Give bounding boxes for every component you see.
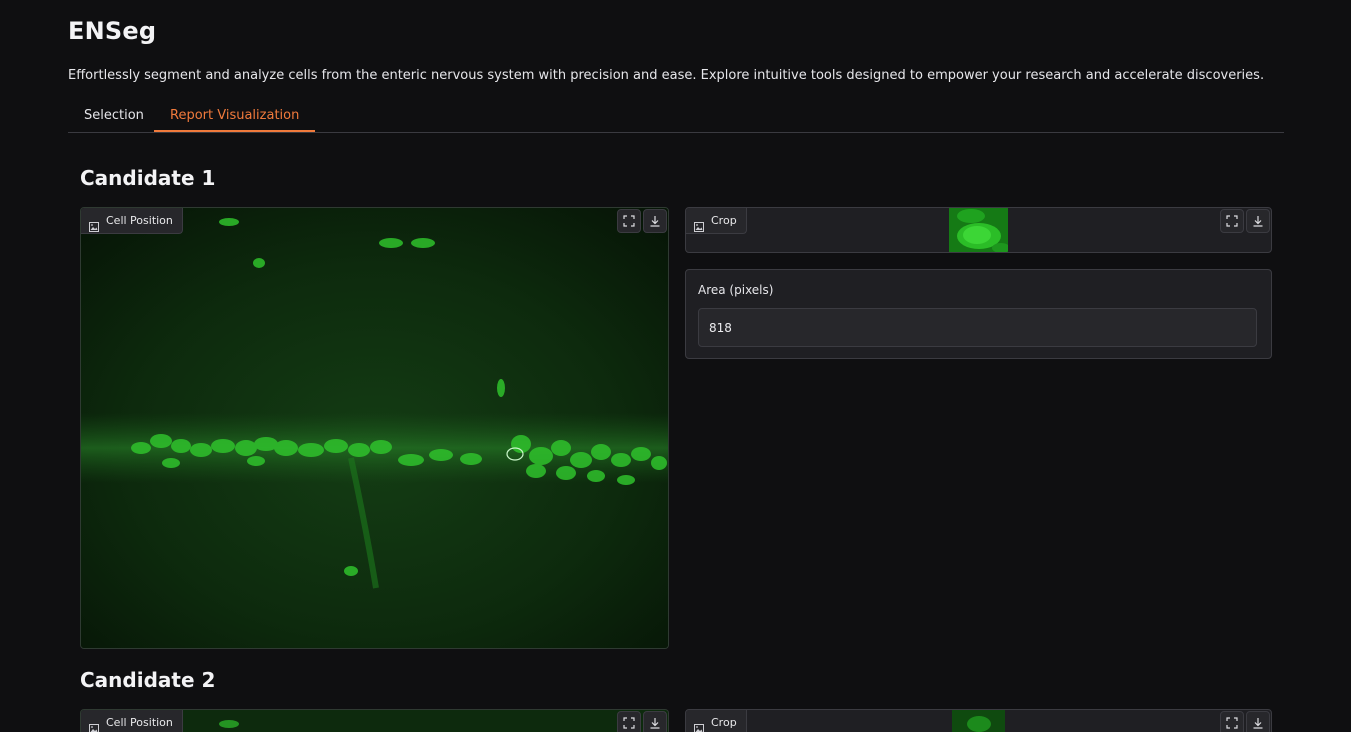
crop-thumbnail	[949, 208, 1008, 252]
candidate-1-crop-panel: Crop	[685, 207, 1272, 253]
area-pixels-box: Area (pixels)	[685, 269, 1272, 359]
fullscreen-icon	[623, 717, 635, 729]
crop-label: Crop	[711, 716, 737, 729]
cell-position-label-chip: Cell Position	[81, 208, 183, 234]
image-toolbar	[617, 209, 667, 233]
download-button[interactable]	[643, 209, 667, 233]
microscopy-image	[81, 208, 668, 648]
fullscreen-icon	[1226, 717, 1238, 729]
area-pixels-input[interactable]	[698, 308, 1257, 347]
crop-label-chip: Crop	[686, 710, 747, 732]
crop-thumbnail	[952, 710, 1005, 732]
download-icon	[1253, 216, 1263, 227]
tab-selection[interactable]: Selection	[68, 101, 160, 131]
crop-label: Crop	[711, 214, 737, 227]
cell-position-label-chip: Cell Position	[81, 710, 183, 732]
crop-image-svg	[949, 208, 1008, 252]
cell-position-label: Cell Position	[106, 716, 173, 729]
download-icon	[650, 216, 660, 227]
crop-toolbar	[1220, 711, 1270, 732]
candidate-1-title: Candidate 1	[80, 166, 216, 190]
image-icon	[694, 216, 704, 232]
crop-toolbar	[1220, 209, 1270, 233]
fullscreen-icon	[1226, 215, 1238, 227]
microscopy-svg	[81, 208, 668, 648]
fullscreen-button[interactable]	[1220, 209, 1244, 233]
download-button[interactable]	[1246, 711, 1270, 732]
fullscreen-button[interactable]	[617, 711, 641, 732]
candidate-2-crop-panel: Crop	[685, 709, 1272, 732]
download-icon	[1253, 718, 1263, 729]
fullscreen-icon	[623, 215, 635, 227]
candidate-2-cell-position-image: Cell Position	[80, 709, 669, 732]
fullscreen-button[interactable]	[617, 209, 641, 233]
area-pixels-label: Area (pixels)	[698, 283, 774, 297]
fullscreen-button[interactable]	[1220, 711, 1244, 732]
app-title: ENSeg	[68, 17, 157, 45]
tab-bar: Selection Report Visualization	[68, 101, 1284, 133]
app-description: Effortlessly segment and analyze cells f…	[68, 68, 1265, 83]
image-icon	[89, 216, 99, 232]
candidate-2-title: Candidate 2	[80, 668, 216, 692]
image-toolbar	[617, 711, 667, 732]
download-button[interactable]	[643, 711, 667, 732]
image-icon	[694, 718, 704, 732]
cell-position-label: Cell Position	[106, 214, 173, 227]
crop-image-svg	[952, 710, 1005, 732]
app-page: ENSeg Effortlessly segment and analyze c…	[0, 0, 1351, 732]
download-button[interactable]	[1246, 209, 1270, 233]
download-icon	[650, 718, 660, 729]
tab-report-visualization[interactable]: Report Visualization	[154, 101, 316, 132]
candidate-1-cell-position-image: Cell Position	[80, 207, 669, 649]
image-icon	[89, 718, 99, 732]
crop-label-chip: Crop	[686, 208, 747, 234]
